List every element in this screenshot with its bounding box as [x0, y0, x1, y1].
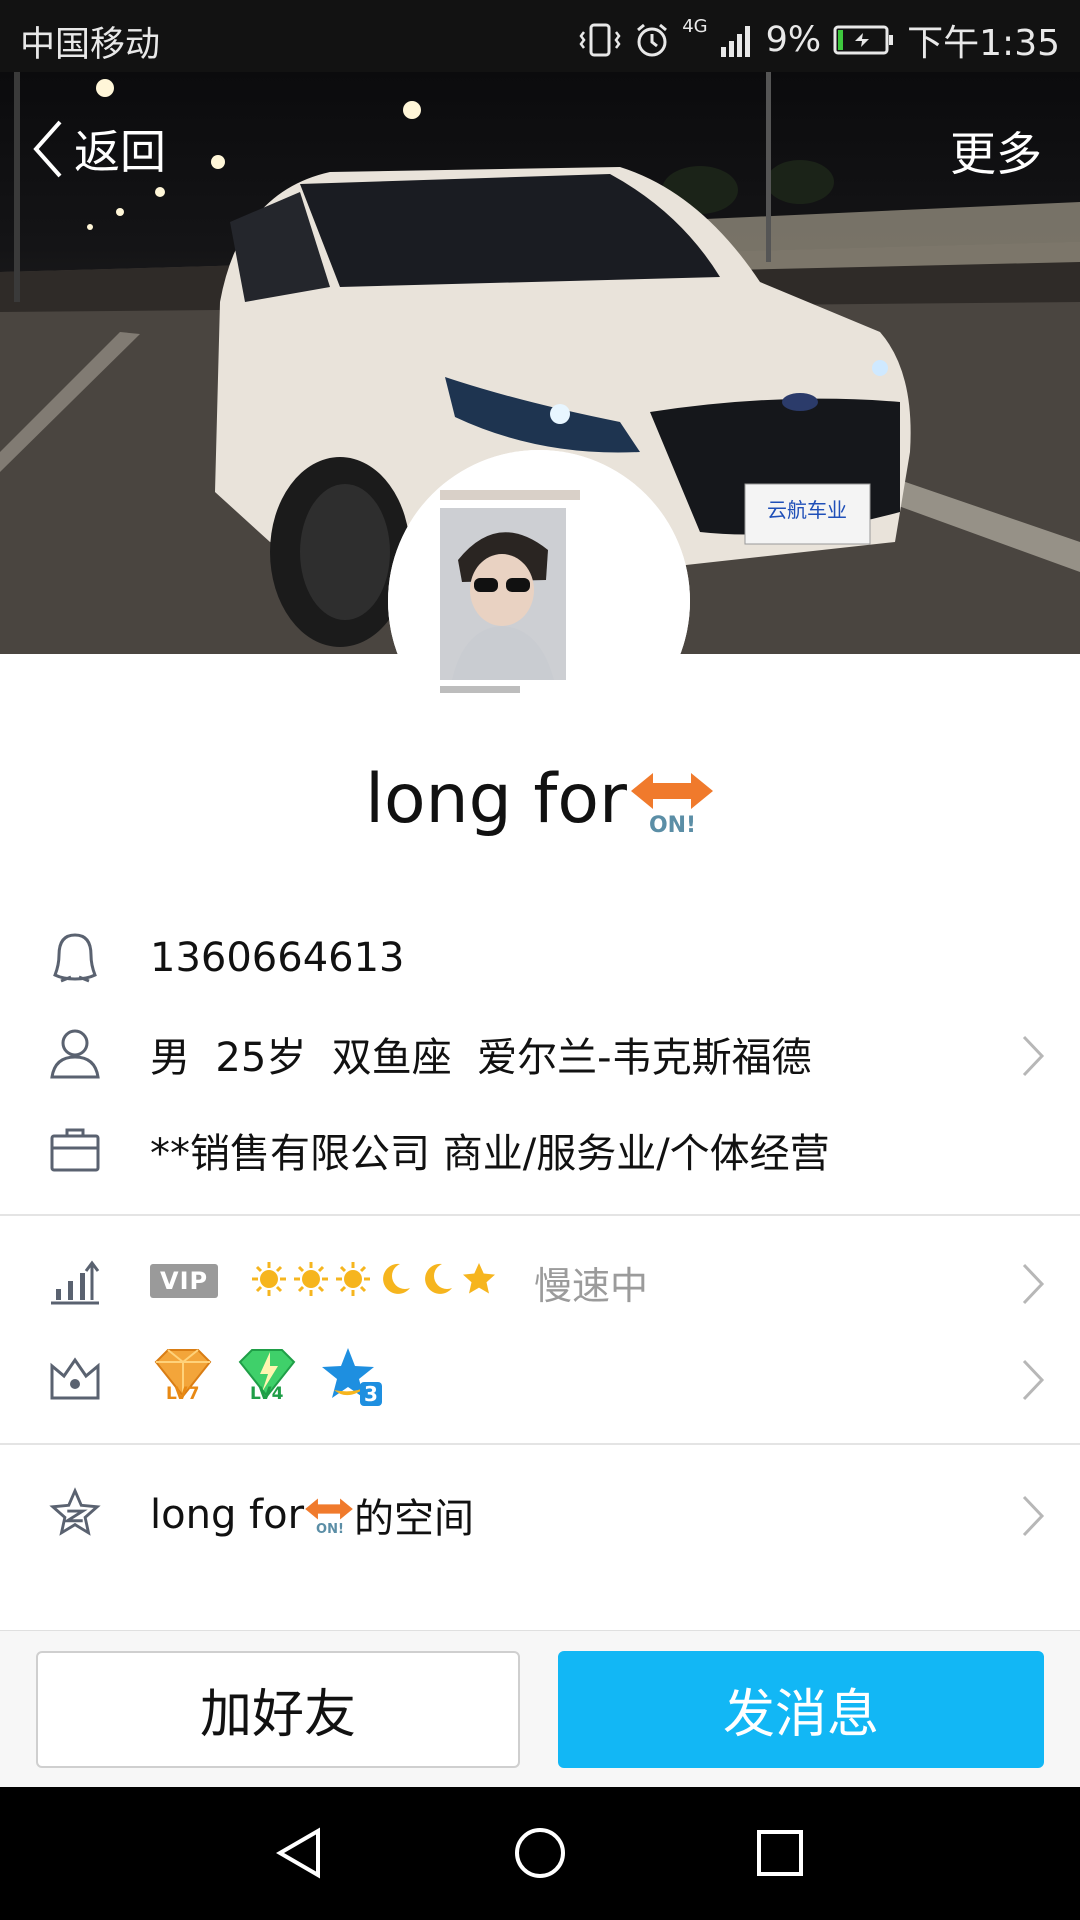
- badges-row[interactable]: LV7 LV4 3: [0, 1330, 1080, 1426]
- moon-icon: [383, 1263, 410, 1294]
- chevron-right-icon: [1022, 1495, 1045, 1537]
- top-navbar: 返回 更多: [0, 72, 1080, 222]
- level-row[interactable]: VIP 慢速中: [0, 1234, 1080, 1330]
- qq-number: 1360664613: [150, 935, 405, 981]
- qq-number-row: 1360664613: [0, 910, 1080, 1006]
- double-arrow-icon: [305, 1498, 353, 1520]
- chevron-right-icon: [1022, 1359, 1045, 1401]
- basic-info-text: 男 25岁 双鱼座 爱尔兰-韦克斯福德: [150, 1035, 812, 1081]
- battery-percent: 9%: [765, 20, 822, 60]
- level-chart-icon: [48, 1255, 102, 1309]
- more-button[interactable]: 更多: [950, 118, 1042, 184]
- system-navigation-bar: [0, 1787, 1080, 1920]
- vibrate-icon: [579, 23, 621, 57]
- section-divider: [0, 1443, 1080, 1445]
- star-moon-badge[interactable]: 3: [318, 1346, 384, 1408]
- badge-level-label: 3: [360, 1382, 382, 1406]
- status-bar: 中国移动 4G 9% 下午1:35: [0, 0, 1080, 72]
- badge-text: ON!: [648, 813, 697, 838]
- sun-icon: [252, 1262, 286, 1296]
- back-label: 返回: [74, 125, 166, 179]
- briefcase-icon: [48, 1123, 102, 1177]
- back-button[interactable]: 返回: [30, 116, 166, 182]
- crown-icon: [48, 1351, 102, 1405]
- battery-charging-icon: [833, 25, 894, 55]
- chevron-left-icon: [33, 120, 62, 178]
- status-icons: 4G 9% 下午1:35: [578, 14, 1060, 66]
- alarm-icon: [637, 23, 668, 57]
- basic-info-row[interactable]: 男 25岁 双鱼座 爱尔兰-韦克斯福德: [0, 1006, 1080, 1102]
- clock: 下午1:35: [907, 23, 1060, 64]
- badge-level-label: LV4: [250, 1384, 284, 1404]
- section-divider: [0, 1214, 1080, 1216]
- company-text: **销售有限公司 商业/服务业/个体经营: [150, 1131, 830, 1177]
- penguin-icon: [48, 931, 102, 985]
- sun-icon: [294, 1262, 328, 1296]
- avatar-photo: [388, 450, 690, 752]
- avatar[interactable]: [388, 450, 690, 752]
- plate-text: 云航车业: [767, 498, 847, 522]
- action-bar: 加好友 发消息: [0, 1630, 1080, 1788]
- on-badge: ON!: [629, 763, 715, 839]
- level-icons: [250, 1260, 498, 1298]
- home-circle-icon[interactable]: [512, 1825, 568, 1881]
- diamond-badge-gold[interactable]: LV7: [150, 1346, 216, 1408]
- signal-icon: [720, 26, 750, 57]
- badge-level-label: LV7: [166, 1384, 200, 1404]
- chevron-right-icon: [1022, 1035, 1045, 1077]
- send-message-button[interactable]: 发消息: [558, 1651, 1044, 1768]
- diamond-badge-green[interactable]: LV4: [234, 1346, 300, 1408]
- recents-square-icon[interactable]: [752, 1825, 808, 1881]
- on-badge-small: ON!: [304, 1490, 354, 1540]
- carrier-label: 中国移动: [20, 25, 161, 65]
- qzone-nickname: long for: [150, 1492, 305, 1538]
- nickname-text: long for: [365, 760, 627, 839]
- qzone-star-icon: [48, 1487, 102, 1541]
- badge-list: LV7 LV4 3: [150, 1346, 384, 1408]
- nickname: long for ON!: [365, 760, 715, 839]
- nickname-area: long for ON!: [0, 760, 1080, 839]
- person-icon: [48, 1027, 102, 1081]
- badge-text-small: ON!: [316, 1522, 344, 1537]
- chevron-right-icon: [1022, 1263, 1045, 1305]
- company-row: **销售有限公司 商业/服务业/个体经营: [0, 1102, 1080, 1198]
- sun-icon: [336, 1262, 370, 1296]
- level-status: 慢速中: [534, 1263, 649, 1308]
- network-type-label: 4G: [682, 16, 708, 37]
- vip-badge: VIP: [150, 1264, 219, 1298]
- add-friend-button[interactable]: 加好友: [36, 1651, 520, 1768]
- star-icon: [463, 1263, 495, 1294]
- moon-icon: [425, 1263, 452, 1294]
- qzone-suffix: 的空间: [354, 1496, 475, 1542]
- qzone-title: long for ON! 的空间: [150, 1486, 474, 1544]
- double-arrow-icon: [630, 773, 713, 809]
- back-triangle-icon[interactable]: [272, 1825, 328, 1881]
- qzone-row[interactable]: long for ON! 的空间: [0, 1466, 1080, 1562]
